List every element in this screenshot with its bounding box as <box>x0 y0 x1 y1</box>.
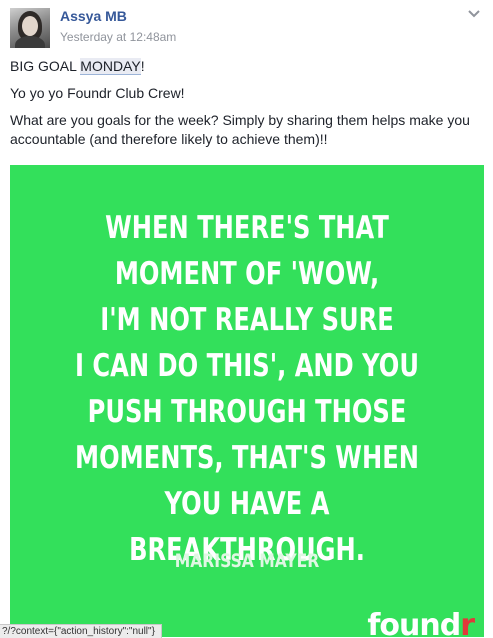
chevron-down-icon[interactable] <box>467 8 481 20</box>
post-timestamp-link[interactable]: Yesterday at 12:48am <box>60 30 176 44</box>
quote-line: PUSH THROUGH THOSE <box>87 394 407 430</box>
quote-author: MARISSA MAYER <box>174 550 320 572</box>
post-line-1-end: ! <box>140 58 145 74</box>
logo-accent: r <box>460 608 475 637</box>
post-line-2: Yo yo yo Foundr Club Crew! <box>10 85 185 101</box>
quote-line: MOMENT OF 'WOW, <box>114 256 380 292</box>
quote-line: WHEN THERE'S THAT <box>105 210 389 246</box>
hashtag-highlight-link[interactable]: MONDAY <box>80 58 141 75</box>
logo-text: found <box>367 608 461 637</box>
status-bar-url: ?/?context={"action_history":"null"} <box>0 624 162 638</box>
post-header: Assya MB Yesterday at 12:48am <box>0 0 493 52</box>
post-body: BIG GOAL MONDAY! Yo yo yo Foundr Club Cr… <box>10 57 485 157</box>
post-line-1-text: BIG GOAL <box>10 58 81 74</box>
quote-line: MOMENTS, THAT'S WHEN <box>75 440 419 476</box>
avatar-body <box>15 36 45 48</box>
post-line-1: BIG GOAL MONDAY! <box>10 57 485 76</box>
quote-line: I CAN DO THIS', AND YOU <box>74 348 420 384</box>
avatar-face <box>22 16 38 36</box>
quote-image[interactable]: WHEN THERE'S THAT MOMENT OF 'WOW, I'M NO… <box>10 165 484 637</box>
avatar[interactable] <box>10 8 50 48</box>
quote-text: WHEN THERE'S THAT MOMENT OF 'WOW, I'M NO… <box>62 205 432 573</box>
foundr-logo: foundr <box>367 608 475 637</box>
post-line-3: What are you goals for the week? Simply … <box>10 112 470 147</box>
author-name-link[interactable]: Assya MB <box>60 8 127 24</box>
quote-line: I'M NOT REALLY SURE <box>100 302 394 338</box>
